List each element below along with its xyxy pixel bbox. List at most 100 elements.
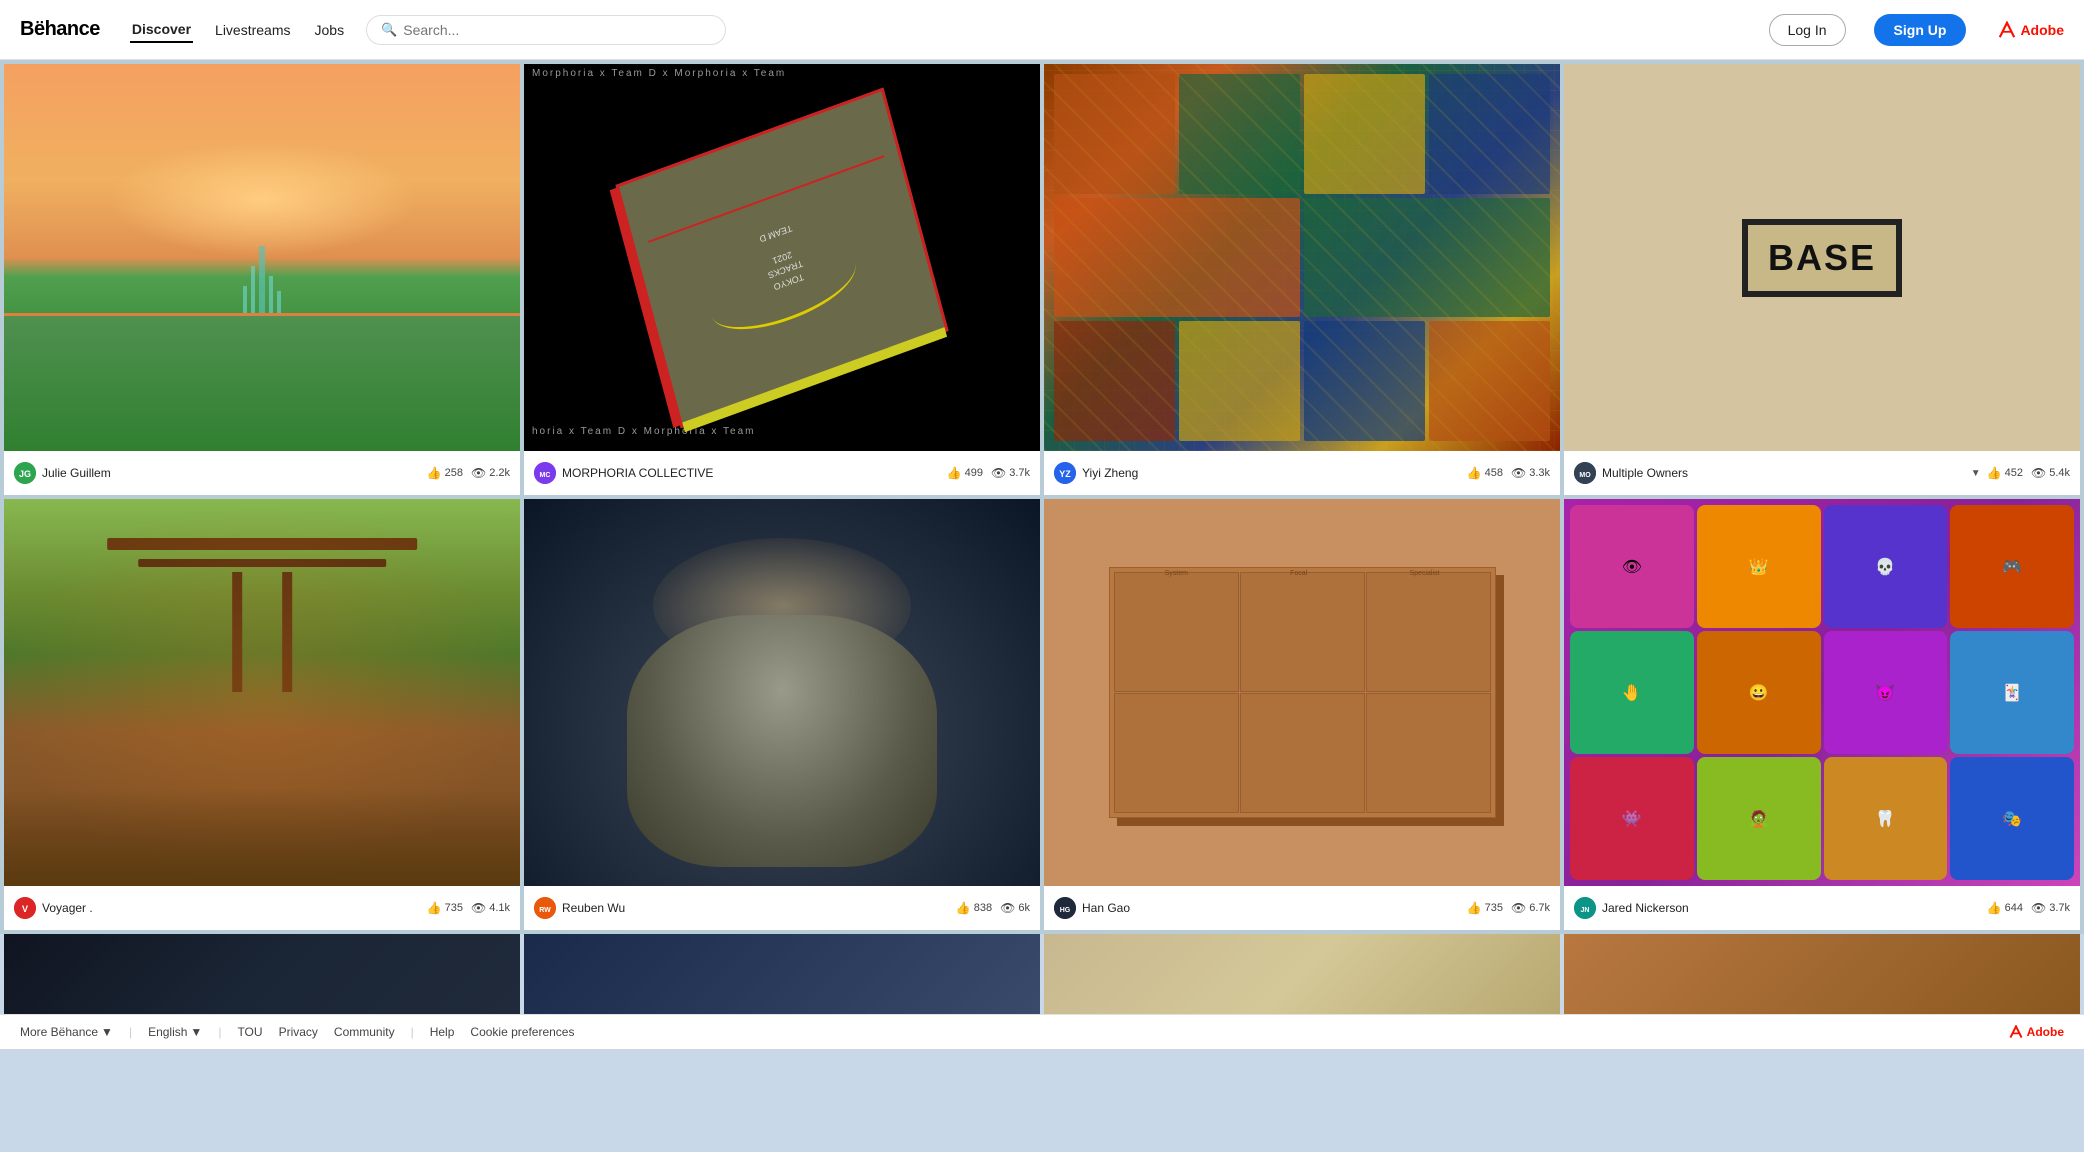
card-6-footer: RW Reuben Wu 👍838 👁6k <box>524 886 1040 930</box>
like-icon-5: 👍 <box>427 901 442 915</box>
footer-sep-1: | <box>129 1025 132 1039</box>
view-icon-4: 👁 <box>2031 466 2046 480</box>
footer-sep-2: | <box>218 1025 221 1039</box>
card-6-author: Reuben Wu <box>562 901 950 915</box>
card-7-likes: 735 <box>1485 902 1503 914</box>
card-3-stats: 👍458 👁3.3k <box>1467 466 1550 480</box>
card-2-likes: 499 <box>965 467 983 479</box>
nav-link-livestreams[interactable]: Livestreams <box>213 18 292 42</box>
card-7-footer: HG Han Gao 👍735 👁6.7k <box>1044 886 1560 930</box>
card-5-likes: 735 <box>445 902 463 914</box>
footer-tou-link[interactable]: TOU <box>237 1025 262 1039</box>
footer-adobe-label: Adobe <box>2027 1025 2064 1039</box>
card-3-views: 3.3k <box>1529 467 1550 479</box>
card-1-stats: 👍258 👁2.2k <box>427 466 510 480</box>
card-4-likes: 452 <box>2005 467 2023 479</box>
language-label: English <box>148 1025 187 1039</box>
card-2-footer: MC MORPHORIA COLLECTIVE 👍499 👁3.7k <box>524 451 1040 495</box>
card-2-avatar: MC <box>534 462 556 484</box>
like-icon: 👍 <box>427 466 442 480</box>
card-3-avatar: YZ <box>1054 462 1076 484</box>
footer: More Bëhance ▼ | English ▼ | TOU Privacy… <box>0 1014 2084 1049</box>
card-4-stats: 👍452 👁5.4k <box>1987 466 2070 480</box>
like-icon-6: 👍 <box>956 901 971 915</box>
partial-card-1[interactable] <box>4 934 520 1014</box>
card-8-stats: 👍644 👁3.7k <box>1987 901 2070 915</box>
card-2-views: 3.7k <box>1009 467 1030 479</box>
footer-help-link[interactable]: Help <box>430 1025 455 1039</box>
language-dropdown[interactable]: English ▼ <box>148 1025 202 1039</box>
like-icon-4: 👍 <box>1987 466 2002 480</box>
svg-text:V: V <box>22 904 28 914</box>
card-3-author: Yiyi Zheng <box>1082 466 1461 480</box>
view-icon-5: 👁 <box>471 901 486 915</box>
svg-text:JN: JN <box>1581 907 1590 914</box>
language-arrow: ▼ <box>190 1025 202 1039</box>
card-1-footer: JG Julie Guillem 👍258 👁2.2k <box>4 451 520 495</box>
footer-privacy-link[interactable]: Privacy <box>279 1025 318 1039</box>
like-icon-7: 👍 <box>1467 901 1482 915</box>
card-1[interactable]: JG Julie Guillem 👍258 👁2.2k <box>4 64 520 495</box>
card-5[interactable]: V Voyager . 👍735 👁4.1k <box>4 499 520 930</box>
view-icon-2: 👁 <box>991 466 1006 480</box>
footer-sep-3: | <box>411 1025 414 1039</box>
svg-text:JG: JG <box>19 469 31 479</box>
partial-card-2[interactable] <box>524 934 1040 1014</box>
signup-button[interactable]: Sign Up <box>1874 14 1967 46</box>
card-5-views: 4.1k <box>489 902 510 914</box>
card-7-views: 6.7k <box>1529 902 1550 914</box>
view-icon-6: 👁 <box>1000 901 1015 915</box>
card-5-footer: V Voyager . 👍735 👁4.1k <box>4 886 520 930</box>
card-2-author: MORPHORIA COLLECTIVE <box>562 466 941 480</box>
footer-community-link[interactable]: Community <box>334 1025 395 1039</box>
card-8-author: Jared Nickerson <box>1602 901 1981 915</box>
card-8-avatar: JN <box>1574 897 1596 919</box>
search-bar: 🔍 <box>366 15 726 45</box>
card-2-stats: 👍499 👁3.7k <box>947 466 1030 480</box>
view-icon: 👁 <box>471 466 486 480</box>
more-behance-arrow: ▼ <box>101 1025 113 1039</box>
card-6[interactable]: RW Reuben Wu 👍838 👁6k <box>524 499 1040 930</box>
card-3[interactable]: YZ Yiyi Zheng 👍458 👁3.3k <box>1044 64 1560 495</box>
partial-card-4[interactable] <box>1564 934 2080 1014</box>
card-5-avatar: V <box>14 897 36 919</box>
more-behance-label: More Bëhance <box>20 1025 98 1039</box>
partial-card-3[interactable] <box>1044 934 1560 1014</box>
view-icon-7: 👁 <box>1511 901 1526 915</box>
card-8[interactable]: 👁 👑 💀 🎮 🤚 😀 😈 🃏 👾 🧟 🦷 🎭 JN Jared Nickers… <box>1564 499 2080 930</box>
card-1-likes: 258 <box>445 467 463 479</box>
card-7-author: Han Gao <box>1082 901 1461 915</box>
card-7-stats: 👍735 👁6.7k <box>1467 901 1550 915</box>
view-icon-8: 👁 <box>2031 901 2046 915</box>
svg-text:MO: MO <box>1579 472 1591 479</box>
more-behance-dropdown[interactable]: More Bëhance ▼ <box>20 1025 113 1039</box>
nav-link-jobs[interactable]: Jobs <box>313 18 347 42</box>
adobe-logo: Adobe <box>1998 21 2064 39</box>
card-6-views: 6k <box>1018 902 1030 914</box>
partial-row-3 <box>0 934 2084 1014</box>
card-8-views: 3.7k <box>2049 902 2070 914</box>
card-3-footer: YZ Yiyi Zheng 👍458 👁3.3k <box>1044 451 1560 495</box>
artwork-grid: JG Julie Guillem 👍258 👁2.2k Morphoria x … <box>0 60 2084 934</box>
nav-link-discover[interactable]: Discover <box>130 17 193 43</box>
svg-text:RW: RW <box>539 907 551 914</box>
like-icon-3: 👍 <box>1467 466 1482 480</box>
navbar: Bëhance Discover Livestreams Jobs 🔍 Log … <box>0 0 2084 60</box>
login-button[interactable]: Log In <box>1769 14 1846 46</box>
like-icon-2: 👍 <box>947 466 962 480</box>
svg-text:HG: HG <box>1060 907 1071 914</box>
card-8-likes: 644 <box>2005 902 2023 914</box>
footer-adobe: Adobe <box>2009 1025 2064 1039</box>
card-1-views: 2.2k <box>489 467 510 479</box>
card-4-dropdown-icon[interactable]: ▼ <box>1971 468 1981 479</box>
card-3-likes: 458 <box>1485 467 1503 479</box>
view-icon-3: 👁 <box>1511 466 1526 480</box>
footer-cookie-link[interactable]: Cookie preferences <box>470 1025 574 1039</box>
card-7-avatar: HG <box>1054 897 1076 919</box>
card-4[interactable]: BASE MO Multiple Owners ▼ 👍452 👁5.4k <box>1564 64 2080 495</box>
card-7[interactable]: SystemFocalSpecialist HG Han Gao 👍735 👁6… <box>1044 499 1560 930</box>
card-6-avatar: RW <box>534 897 556 919</box>
search-input[interactable] <box>403 22 711 38</box>
card-2[interactable]: Morphoria x Team D x Morphoria x Team ho… <box>524 64 1040 495</box>
card-1-author: Julie Guillem <box>42 466 421 480</box>
